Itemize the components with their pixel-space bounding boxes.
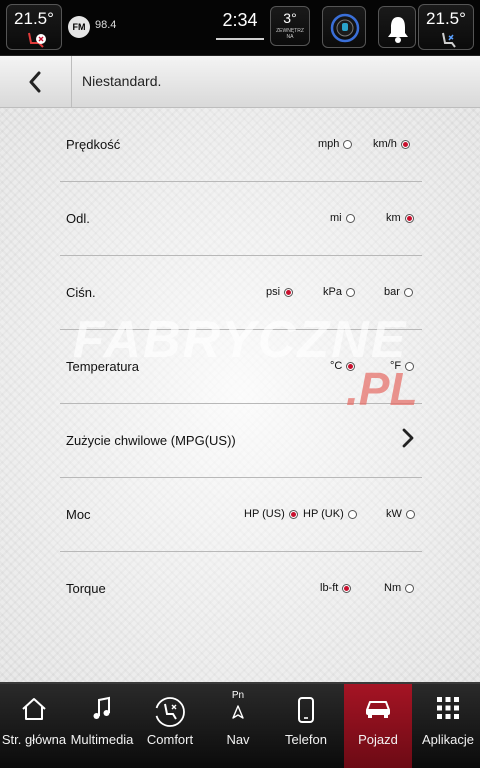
setting-label: Moc: [66, 507, 91, 522]
nav-label: Nav: [226, 732, 250, 747]
watermark-text: FABRYCZNE: [72, 311, 408, 369]
clock: 2:34: [222, 10, 258, 30]
radio-button[interactable]: [343, 139, 353, 149]
heated-seat-icon: [28, 32, 46, 48]
option-kpa[interactable]: kPa: [323, 286, 355, 298]
climate-driver-button[interactable]: 21.5°: [6, 4, 62, 50]
option-kmh[interactable]: km/h: [373, 138, 410, 150]
option-bar[interactable]: bar: [384, 286, 413, 298]
phone-icon: [298, 697, 314, 723]
compass-heading: Pn: [231, 690, 245, 701]
option-label: Nm: [384, 582, 402, 594]
option-label: mi: [330, 212, 342, 224]
radio-button-selected[interactable]: [404, 213, 414, 223]
setting-label: Ciśn.: [66, 285, 96, 300]
outside-label-line2: NA: [286, 34, 294, 40]
option-mph[interactable]: mph: [318, 138, 353, 150]
radio-button-selected[interactable]: [342, 583, 352, 593]
nav-label: Comfort: [146, 732, 194, 747]
outside-temperature: 3° ZEWNĘTRZ NA: [270, 6, 310, 46]
setting-row-distance: Odl. mi km: [60, 182, 422, 256]
passenger-temp: 21.5°: [426, 9, 466, 28]
option-label: mph: [318, 138, 340, 150]
back-button[interactable]: [0, 56, 72, 108]
bottom-navigation: Str. główna Multimedia Comfort Pn Nav Te…: [0, 682, 480, 768]
option-hp-uk[interactable]: HP (UK): [303, 508, 357, 520]
radio-button-selected[interactable]: [288, 509, 298, 519]
nav-item-home[interactable]: Str. główna: [0, 684, 68, 768]
comfort-icon: [155, 697, 185, 727]
nav-label: Pojazd: [358, 732, 398, 747]
seat-icon: [442, 32, 456, 48]
driver-assist-button[interactable]: [322, 6, 366, 48]
page-header: Niestandard.: [0, 56, 480, 108]
nav-item-apps[interactable]: Aplikacje: [416, 684, 480, 768]
radio-button-selected[interactable]: [284, 287, 294, 297]
radio-button[interactable]: [347, 509, 357, 519]
radio-button[interactable]: [405, 509, 415, 519]
music-note-icon: [93, 696, 110, 719]
status-bar: 21.5° FM 98.4 2:34 3° ZEWNĘTRZ NA 21.5°: [0, 0, 480, 56]
option-label: km: [386, 212, 401, 224]
setting-row-speed: Prędkość mph km/h: [60, 108, 422, 182]
radio-button[interactable]: [345, 287, 355, 297]
radio-button[interactable]: [403, 287, 413, 297]
option-label: HP (US): [244, 508, 285, 520]
option-label: km/h: [373, 138, 397, 150]
setting-row-power: Moc HP (US) HP (UK) kW: [60, 478, 422, 552]
driver-temp: 21.5°: [14, 9, 54, 28]
option-lbft[interactable]: lb-ft: [320, 582, 352, 594]
setting-label: Zużycie chwilowe (MPG(US)): [66, 433, 236, 448]
outside-temp-value: 3°: [283, 10, 297, 26]
clock-underline: [216, 38, 264, 40]
notifications-button[interactable]: [378, 6, 416, 48]
nav-item-nav[interactable]: Pn Nav: [204, 684, 272, 768]
nav-label: Telefon: [285, 732, 327, 747]
driver-assist-icon: [330, 13, 360, 43]
option-kw[interactable]: kW: [386, 508, 415, 520]
chevron-right-icon: [402, 428, 414, 448]
nav-label: Str. główna: [1, 732, 67, 747]
chevron-left-icon: [29, 71, 41, 93]
nav-label: Multimedia: [70, 732, 134, 747]
option-nm[interactable]: Nm: [384, 582, 415, 594]
radio-button-selected[interactable]: [400, 139, 410, 149]
navigation-icon: [232, 705, 244, 719]
apps-grid-icon: [437, 697, 459, 719]
outside-temp-label: ZEWNĘTRZ NA: [271, 28, 309, 40]
setting-label: Torque: [66, 581, 106, 596]
option-psi[interactable]: psi: [266, 286, 294, 298]
page-title: Niestandard.: [82, 73, 162, 89]
setting-row-torque: Torque lb-ft Nm: [60, 552, 422, 626]
option-hp-us[interactable]: HP (US): [244, 508, 298, 520]
setting-label: Prędkość: [66, 137, 121, 152]
bell-icon: [388, 17, 408, 43]
watermark-suffix: .PL: [346, 363, 418, 415]
home-icon: [22, 698, 46, 720]
radio-button[interactable]: [405, 583, 415, 593]
radio-frequency[interactable]: 98.4: [95, 19, 116, 31]
car-icon: [366, 701, 390, 718]
option-label: HP (UK): [303, 508, 344, 520]
option-label: psi: [266, 286, 281, 298]
option-label: bar: [384, 286, 400, 298]
option-label: kW: [386, 508, 402, 520]
setting-label: Odl.: [66, 211, 90, 226]
nav-item-comfort[interactable]: Comfort: [136, 684, 204, 768]
nav-item-multimedia[interactable]: Multimedia: [68, 684, 136, 768]
radio-band-badge[interactable]: FM: [68, 16, 90, 38]
option-mi[interactable]: mi: [330, 212, 355, 224]
nav-item-phone[interactable]: Telefon: [272, 684, 340, 768]
option-km[interactable]: km: [386, 212, 414, 224]
climate-passenger-button[interactable]: 21.5°: [418, 4, 474, 50]
radio-button[interactable]: [345, 213, 355, 223]
nav-label: Aplikacje: [421, 732, 475, 747]
nav-item-vehicle[interactable]: Pojazd: [344, 684, 412, 768]
option-label: kPa: [323, 286, 342, 298]
option-label: lb-ft: [320, 582, 339, 594]
